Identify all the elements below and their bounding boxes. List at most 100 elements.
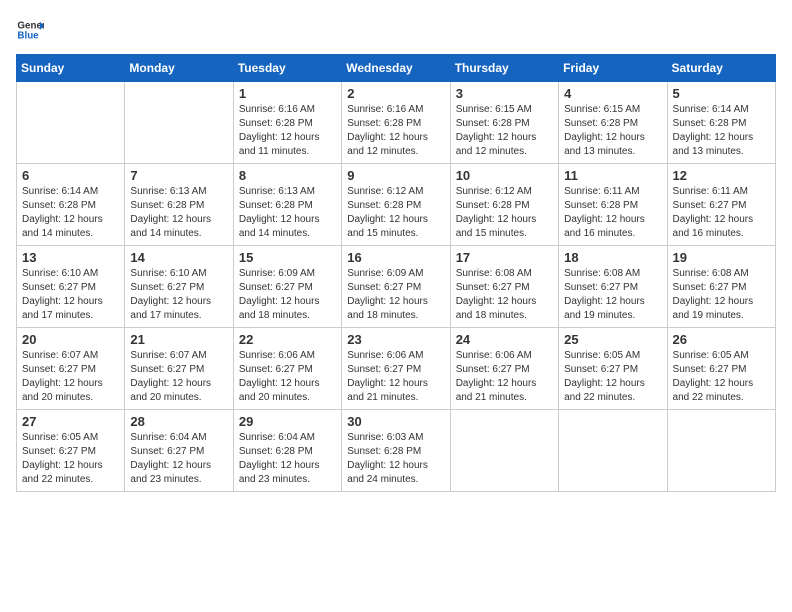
day-info: Sunrise: 6:08 AM Sunset: 6:27 PM Dayligh…	[456, 267, 553, 323]
day-info: Sunrise: 6:07 AM Sunset: 6:27 PM Dayligh…	[130, 349, 227, 405]
calendar-week-row: 13 Sunrise: 6:10 AM Sunset: 6:27 PM Dayli…	[17, 246, 776, 328]
calendar-cell: 26Sunrise: 6:05 AM Sunset: 6:27 PM Dayli…	[667, 328, 775, 410]
day-info: Sunrise: 6:16 AM Sunset: 6:28 PM Dayligh…	[239, 103, 336, 159]
day-info: Sunrise: 6:03 AM Sunset: 6:28 PM Dayligh…	[347, 431, 444, 487]
day-info: Sunrise: 6:10 AM Sunset: 6:27 PM Dayligh…	[130, 267, 227, 323]
calendar-header-row: SundayMondayTuesdayWednesdayThursdayFrid…	[17, 55, 776, 82]
day-number: 18	[564, 250, 661, 265]
header-sunday: Sunday	[17, 55, 125, 82]
calendar-week-row: 27 Sunrise: 6:05 AM Sunset: 6:27 PM Dayli…	[17, 410, 776, 492]
calendar-cell: 20 Sunrise: 6:07 AM Sunset: 6:27 PM Dayli…	[17, 328, 125, 410]
calendar-cell: 17 Sunrise: 6:08 AM Sunset: 6:27 PM Dayli…	[450, 246, 558, 328]
day-info: Sunrise: 6:09 AM Sunset: 6:27 PM Dayligh…	[239, 267, 336, 323]
day-number: 14	[130, 250, 227, 265]
day-number: 29	[239, 414, 336, 429]
day-info: Sunrise: 6:12 AM Sunset: 6:28 PM Dayligh…	[347, 185, 444, 241]
day-info: Sunrise: 6:13 AM Sunset: 6:28 PM Dayligh…	[239, 185, 336, 241]
day-number: 6	[22, 168, 119, 183]
header-wednesday: Wednesday	[342, 55, 450, 82]
calendar-cell: 1 Sunrise: 6:16 AM Sunset: 6:28 PM Daylig…	[233, 82, 341, 164]
calendar-cell: 19 Sunrise: 6:08 AM Sunset: 6:27 PM Dayli…	[667, 246, 775, 328]
day-number: 19	[673, 250, 770, 265]
calendar-cell: 30 Sunrise: 6:03 AM Sunset: 6:28 PM Dayli…	[342, 410, 450, 492]
header-tuesday: Tuesday	[233, 55, 341, 82]
calendar-cell: 16Sunrise: 6:09 AM Sunset: 6:27 PM Dayli…	[342, 246, 450, 328]
day-info: Sunrise: 6:05 AM Sunset: 6:27 PM Dayligh…	[564, 349, 661, 405]
day-info: Sunrise: 6:13 AM Sunset: 6:28 PM Dayligh…	[130, 185, 227, 241]
logo-icon: General Blue	[16, 16, 44, 44]
day-info: Sunrise: 6:08 AM Sunset: 6:27 PM Dayligh…	[673, 267, 770, 323]
day-info: Sunrise: 6:05 AM Sunset: 6:27 PM Dayligh…	[673, 349, 770, 405]
day-number: 5	[673, 86, 770, 101]
day-number: 9	[347, 168, 444, 183]
day-number: 3	[456, 86, 553, 101]
day-number: 7	[130, 168, 227, 183]
day-info: Sunrise: 6:11 AM Sunset: 6:27 PM Dayligh…	[673, 185, 770, 241]
day-info: Sunrise: 6:04 AM Sunset: 6:28 PM Dayligh…	[239, 431, 336, 487]
day-info: Sunrise: 6:04 AM Sunset: 6:27 PM Dayligh…	[130, 431, 227, 487]
header-thursday: Thursday	[450, 55, 558, 82]
calendar-cell: 27 Sunrise: 6:05 AM Sunset: 6:27 PM Dayli…	[17, 410, 125, 492]
day-number: 30	[347, 414, 444, 429]
header-monday: Monday	[125, 55, 233, 82]
day-number: 27	[22, 414, 119, 429]
calendar-cell: 9 Sunrise: 6:12 AM Sunset: 6:28 PM Daylig…	[342, 164, 450, 246]
day-number: 12	[673, 168, 770, 183]
calendar-cell	[559, 410, 667, 492]
calendar-cell: 4Sunrise: 6:15 AM Sunset: 6:28 PM Daylig…	[559, 82, 667, 164]
calendar-cell: 28 Sunrise: 6:04 AM Sunset: 6:27 PM Dayli…	[125, 410, 233, 492]
calendar-table: SundayMondayTuesdayWednesdayThursdayFrid…	[16, 54, 776, 492]
day-info: Sunrise: 6:14 AM Sunset: 6:28 PM Dayligh…	[22, 185, 119, 241]
calendar-cell: 25 Sunrise: 6:05 AM Sunset: 6:27 PM Dayli…	[559, 328, 667, 410]
day-number: 17	[456, 250, 553, 265]
calendar-cell: 10Sunrise: 6:12 AM Sunset: 6:28 PM Dayli…	[450, 164, 558, 246]
day-number: 4	[564, 86, 661, 101]
calendar-cell: 14 Sunrise: 6:10 AM Sunset: 6:27 PM Dayli…	[125, 246, 233, 328]
day-number: 28	[130, 414, 227, 429]
day-info: Sunrise: 6:05 AM Sunset: 6:27 PM Dayligh…	[22, 431, 119, 487]
header-friday: Friday	[559, 55, 667, 82]
day-info: Sunrise: 6:15 AM Sunset: 6:28 PM Dayligh…	[456, 103, 553, 159]
calendar-cell: 8Sunrise: 6:13 AM Sunset: 6:28 PM Daylig…	[233, 164, 341, 246]
calendar-cell: 21 Sunrise: 6:07 AM Sunset: 6:27 PM Dayli…	[125, 328, 233, 410]
day-number: 10	[456, 168, 553, 183]
day-number: 20	[22, 332, 119, 347]
calendar-cell	[125, 82, 233, 164]
day-number: 11	[564, 168, 661, 183]
calendar-week-row: 20 Sunrise: 6:07 AM Sunset: 6:27 PM Dayli…	[17, 328, 776, 410]
svg-text:Blue: Blue	[17, 30, 39, 41]
calendar-week-row: 1 Sunrise: 6:16 AM Sunset: 6:28 PM Daylig…	[17, 82, 776, 164]
day-number: 2	[347, 86, 444, 101]
calendar-cell	[17, 82, 125, 164]
calendar-cell	[667, 410, 775, 492]
day-number: 1	[239, 86, 336, 101]
calendar-cell: 7 Sunrise: 6:13 AM Sunset: 6:28 PM Daylig…	[125, 164, 233, 246]
day-info: Sunrise: 6:07 AM Sunset: 6:27 PM Dayligh…	[22, 349, 119, 405]
page-header: General Blue	[16, 16, 776, 44]
calendar-cell: 3 Sunrise: 6:15 AM Sunset: 6:28 PM Daylig…	[450, 82, 558, 164]
day-number: 25	[564, 332, 661, 347]
calendar-cell: 13 Sunrise: 6:10 AM Sunset: 6:27 PM Dayli…	[17, 246, 125, 328]
calendar-cell: 18 Sunrise: 6:08 AM Sunset: 6:27 PM Dayli…	[559, 246, 667, 328]
header-saturday: Saturday	[667, 55, 775, 82]
calendar-week-row: 6 Sunrise: 6:14 AM Sunset: 6:28 PM Daylig…	[17, 164, 776, 246]
calendar-cell	[450, 410, 558, 492]
day-number: 21	[130, 332, 227, 347]
day-number: 22	[239, 332, 336, 347]
calendar-cell: 12 Sunrise: 6:11 AM Sunset: 6:27 PM Dayli…	[667, 164, 775, 246]
calendar-cell: 22Sunrise: 6:06 AM Sunset: 6:27 PM Dayli…	[233, 328, 341, 410]
day-info: Sunrise: 6:14 AM Sunset: 6:28 PM Dayligh…	[673, 103, 770, 159]
day-info: Sunrise: 6:06 AM Sunset: 6:27 PM Dayligh…	[456, 349, 553, 405]
calendar-cell: 5 Sunrise: 6:14 AM Sunset: 6:28 PM Daylig…	[667, 82, 775, 164]
calendar-cell: 23 Sunrise: 6:06 AM Sunset: 6:27 PM Dayli…	[342, 328, 450, 410]
day-number: 24	[456, 332, 553, 347]
day-number: 13	[22, 250, 119, 265]
day-number: 15	[239, 250, 336, 265]
day-info: Sunrise: 6:08 AM Sunset: 6:27 PM Dayligh…	[564, 267, 661, 323]
day-number: 23	[347, 332, 444, 347]
day-number: 16	[347, 250, 444, 265]
logo: General Blue	[16, 16, 44, 44]
day-info: Sunrise: 6:11 AM Sunset: 6:28 PM Dayligh…	[564, 185, 661, 241]
day-info: Sunrise: 6:10 AM Sunset: 6:27 PM Dayligh…	[22, 267, 119, 323]
day-info: Sunrise: 6:06 AM Sunset: 6:27 PM Dayligh…	[347, 349, 444, 405]
